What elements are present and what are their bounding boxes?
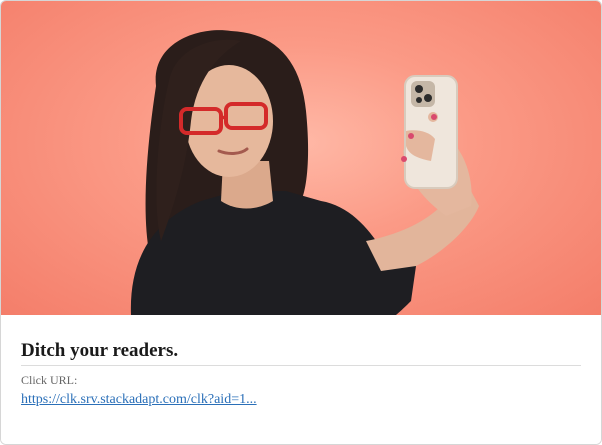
- click-url-label: Click URL:: [21, 373, 78, 387]
- selfie-illustration: [130, 30, 479, 315]
- ad-body: Ditch your readers. Click URL: https://c…: [1, 315, 601, 444]
- divider: [21, 365, 581, 366]
- ad-hero-image[interactable]: [1, 1, 601, 315]
- click-url-link[interactable]: https://clk.srv.stackadapt.com/clk?aid=1…: [21, 392, 257, 408]
- ad-card: Ditch your readers. Click URL: https://c…: [0, 0, 602, 445]
- ad-headline: Ditch your readers.: [21, 340, 179, 361]
